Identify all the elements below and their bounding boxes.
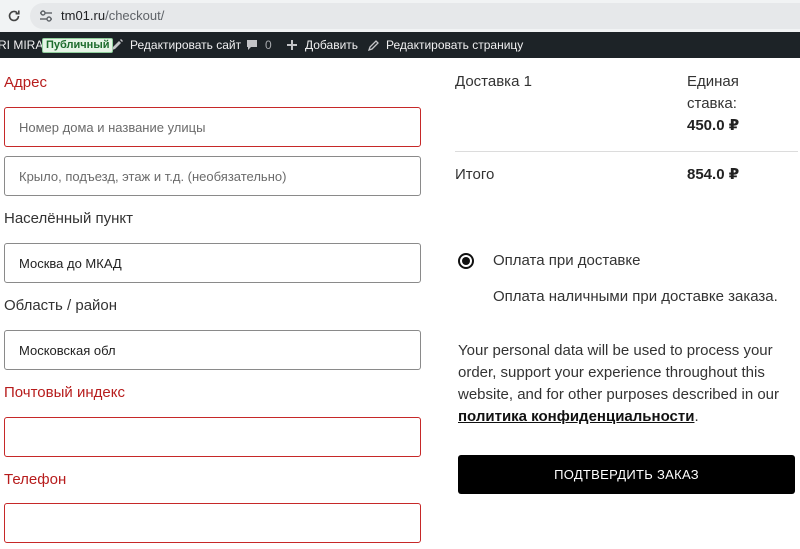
privacy-policy-link[interactable]: политика конфиденциальности xyxy=(458,408,694,425)
radio-selected-dot xyxy=(462,257,470,265)
payment-method-description: Оплата наличными при доставке заказа. xyxy=(493,288,778,305)
shipping-price: 450.0 ₽ xyxy=(687,117,740,134)
postcode-label: Почтовый индекс xyxy=(4,384,125,401)
phone-label: Телефон xyxy=(4,471,67,488)
shipping-label: Доставка 1 xyxy=(455,73,532,90)
add-new-label: Добавить xyxy=(305,38,359,52)
city-input[interactable] xyxy=(4,243,421,283)
address-1-input[interactable] xyxy=(4,107,421,147)
plus-icon xyxy=(285,38,299,52)
browser-toolbar: tm01.ru/checkout/ xyxy=(0,0,800,32)
shipping-method-line1: Единая xyxy=(687,73,739,90)
address-bar[interactable]: tm01.ru/checkout/ xyxy=(30,3,800,29)
add-new-link[interactable]: Добавить xyxy=(285,32,358,58)
address-2-input[interactable] xyxy=(4,156,421,196)
comments-link[interactable]: 0 xyxy=(245,32,272,58)
shipping-method-line2: ставка: xyxy=(687,95,737,112)
state-input[interactable] xyxy=(4,330,421,370)
comments-count: 0 xyxy=(265,38,272,52)
status-badge: Публичный xyxy=(42,37,114,53)
total-value: 854.0 ₽ xyxy=(687,166,740,183)
payment-method-label[interactable]: Оплата при доставке xyxy=(493,250,640,272)
customize-brush-icon xyxy=(110,38,124,52)
total-label: Итого xyxy=(455,166,495,183)
url-text: tm01.ru/checkout/ xyxy=(61,7,164,25)
wp-admin-bar: RI MIRA Публичный Редактировать сайт 0 Д… xyxy=(0,32,800,58)
site-settings-icon[interactable] xyxy=(38,8,54,24)
edit-page-link[interactable]: Редактировать страницу xyxy=(366,32,523,58)
privacy-text: Your personal data will be used to proce… xyxy=(458,342,780,403)
pencil-icon xyxy=(366,38,380,52)
state-label: Область / район xyxy=(4,297,118,314)
edit-site-label: Редактировать сайт xyxy=(130,38,242,52)
address-label: Адрес xyxy=(4,74,47,91)
phone-input[interactable] xyxy=(4,503,421,543)
status-badge-wrap: Публичный xyxy=(42,32,114,58)
site-name-link[interactable]: RI MIRA xyxy=(0,32,43,58)
privacy-notice: Your personal data will be used to proce… xyxy=(458,340,794,428)
url-path: /checkout/ xyxy=(105,8,165,23)
totals-divider xyxy=(455,151,798,152)
edit-page-label: Редактировать страницу xyxy=(386,38,524,52)
privacy-end: . xyxy=(694,408,699,425)
city-label: Населённый пункт xyxy=(4,210,134,227)
url-host: tm01.ru xyxy=(61,8,106,23)
edit-site-link[interactable]: Редактировать сайт xyxy=(110,32,241,58)
reload-icon[interactable] xyxy=(4,6,24,26)
site-name: RI MIRA xyxy=(0,38,44,52)
postcode-input[interactable] xyxy=(4,417,421,457)
comment-bubble-icon xyxy=(245,38,259,52)
place-order-button[interactable]: ПОДТВЕРДИТЬ ЗАКАЗ xyxy=(458,455,795,494)
cod-radio[interactable] xyxy=(458,253,474,269)
